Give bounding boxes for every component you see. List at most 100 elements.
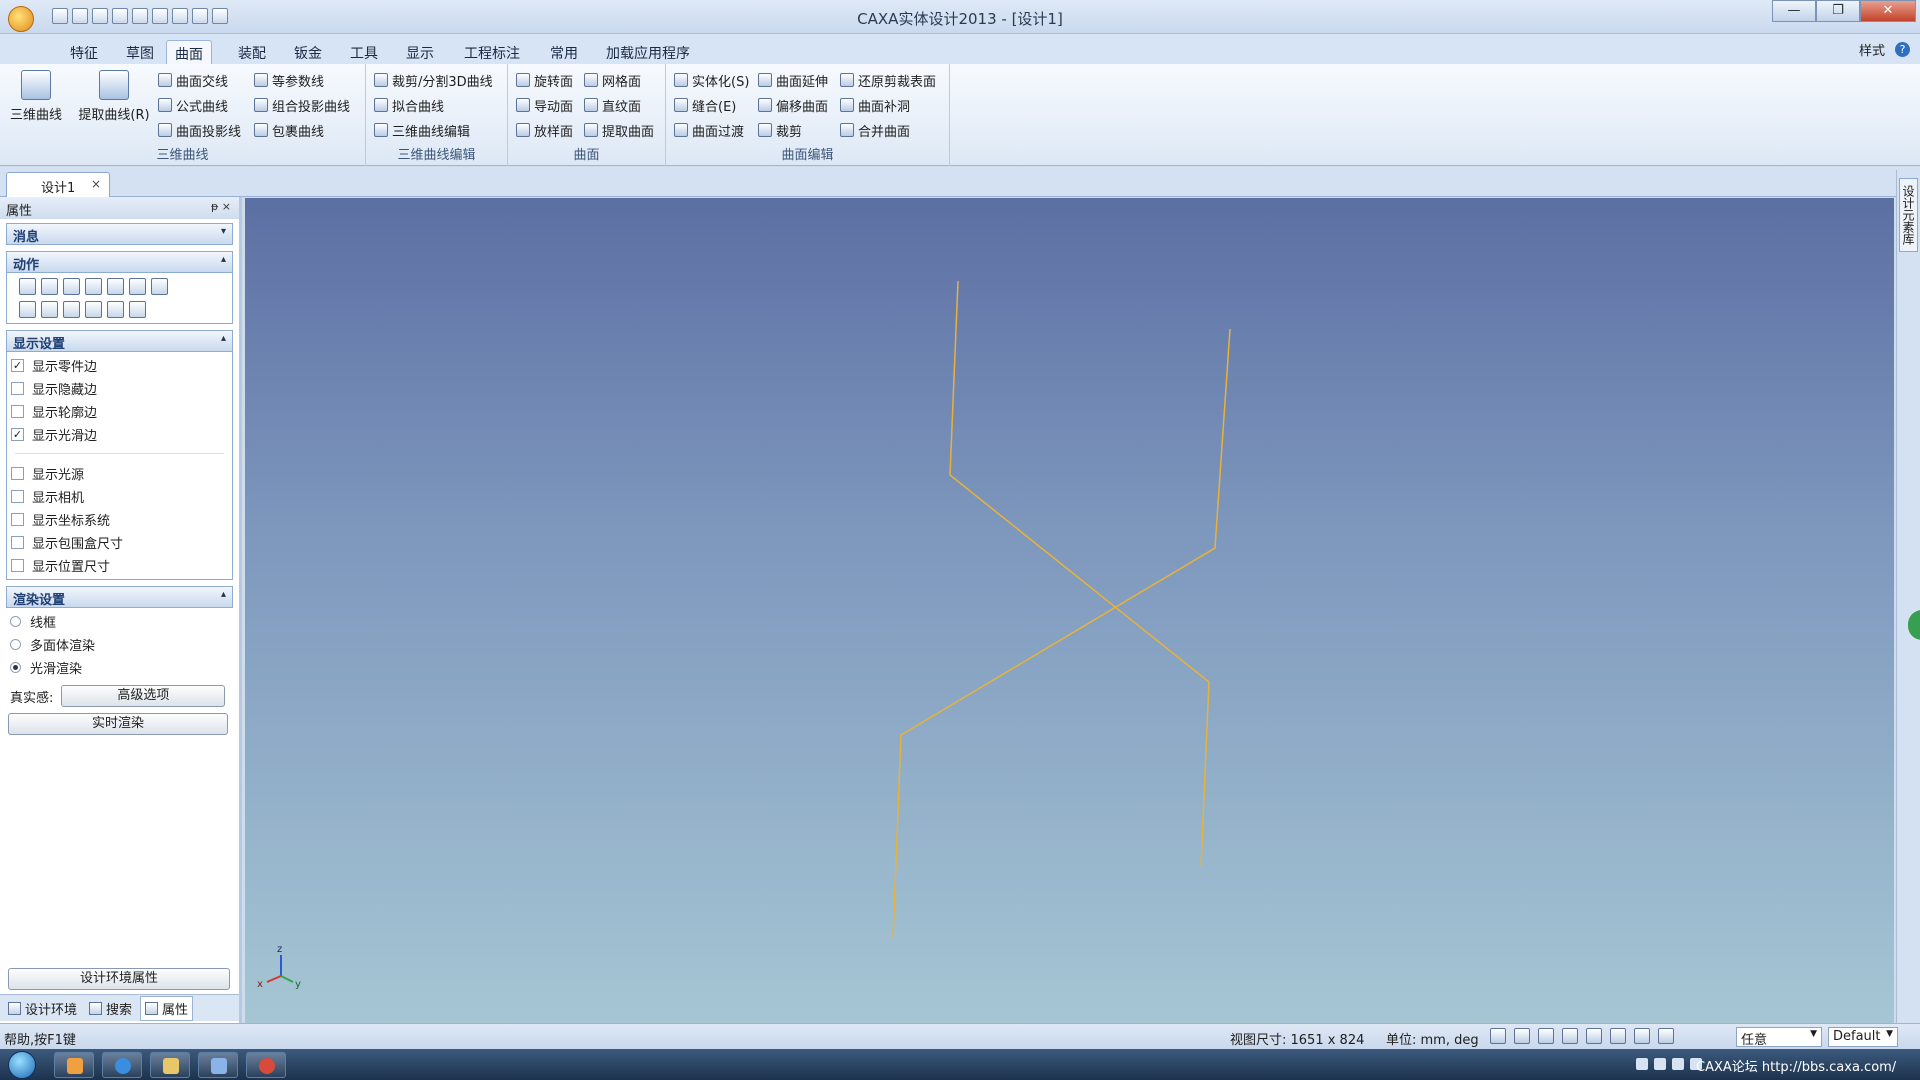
tab-feature[interactable]: 特征	[62, 40, 106, 64]
checkbox[interactable]	[11, 467, 24, 480]
fit-curve-button[interactable]: 拟合曲线	[374, 95, 444, 115]
display-option-row[interactable]: 显示轮廓边	[7, 400, 232, 423]
render-icon[interactable]	[63, 278, 80, 295]
camera-icon[interactable]	[1586, 1028, 1602, 1044]
checkbox[interactable]	[11, 513, 24, 526]
loft-surface-button[interactable]: 放样面	[516, 120, 573, 140]
render-option-row[interactable]: 光滑渲染	[6, 656, 233, 679]
display-mode-icon[interactable]	[1658, 1028, 1674, 1044]
section-message-header[interactable]: 消息 ▾	[6, 223, 233, 245]
group-icon[interactable]	[85, 301, 102, 318]
advanced-options-button[interactable]: 高级选项	[61, 685, 226, 707]
isoparametric-button[interactable]: 等参数线	[254, 70, 324, 90]
3d-curve-a[interactable]	[949, 280, 1210, 867]
taskbar-chrome[interactable]	[246, 1052, 286, 1078]
orientation-icon[interactable]	[1562, 1028, 1578, 1044]
zoom-window-icon[interactable]	[1514, 1028, 1530, 1044]
minimize-button[interactable]: —	[1772, 0, 1816, 22]
section-render-header[interactable]: 渲染设置 ▴	[6, 586, 233, 608]
merge-surface-button[interactable]: 合并曲面	[840, 120, 910, 140]
view-cube-icon[interactable]	[1538, 1028, 1554, 1044]
trim-split-curve-button[interactable]: 裁剪/分割3D曲线	[374, 70, 493, 90]
properties-table-icon[interactable]	[19, 278, 36, 295]
surface-projection-button[interactable]: 曲面投影线	[158, 120, 241, 140]
checkbox[interactable]	[11, 490, 24, 503]
tab-close-icon[interactable]: ×	[91, 177, 101, 191]
panel-pin-close-icons[interactable]: ᵽ ×	[211, 200, 231, 213]
link-icon[interactable]	[41, 301, 58, 318]
display-option-row[interactable]: 显示包围盒尺寸	[7, 531, 232, 554]
assembly-icon[interactable]	[85, 278, 102, 295]
design-env-properties-button[interactable]: 设计环境属性	[8, 968, 230, 990]
render-option-row[interactable]: 线框	[6, 610, 233, 633]
tab-display[interactable]: 显示	[398, 40, 442, 64]
part-icon[interactable]	[41, 278, 58, 295]
style-select[interactable]: Default ▼	[1828, 1027, 1898, 1047]
zoom-icon[interactable]	[1490, 1028, 1506, 1044]
start-button-icon[interactable]	[8, 1051, 36, 1079]
radio-button[interactable]	[10, 616, 21, 627]
fill-hole-button[interactable]: 曲面补洞	[840, 95, 910, 115]
section-action-header[interactable]: 动作 ▴	[6, 251, 233, 273]
display-option-row[interactable]: 显示光源	[7, 462, 232, 485]
solidify-button[interactable]: 实体化(S)	[674, 70, 749, 90]
tab-annotation[interactable]: 工程标注	[456, 40, 528, 64]
calendar-icon[interactable]	[63, 301, 80, 318]
display-option-row[interactable]: 显示位置尺寸	[7, 554, 232, 577]
tab-assembly[interactable]: 装配	[230, 40, 274, 64]
tray-icon-3[interactable]	[1672, 1058, 1684, 1070]
offset-surface-button[interactable]: 偏移曲面	[758, 95, 828, 115]
mesh-surface-button[interactable]: 网格面	[584, 70, 641, 90]
tab-design1[interactable]: 设计1 ×	[6, 172, 110, 197]
radio-button[interactable]	[10, 639, 21, 650]
design-library-tab[interactable]: 设计元素库	[1899, 178, 1918, 252]
wireframe-icon[interactable]	[1634, 1028, 1650, 1044]
tab-common[interactable]: 常用	[542, 40, 586, 64]
sweep-surface-button[interactable]: 导动面	[516, 95, 573, 115]
style-menu[interactable]: 样式	[1859, 40, 1885, 59]
checkbox[interactable]	[11, 536, 24, 549]
display-option-row[interactable]: ✓ 显示光滑边	[7, 423, 232, 446]
combined-projection-button[interactable]: 组合投影曲线	[254, 95, 350, 115]
tray-icon-2[interactable]	[1654, 1058, 1666, 1070]
taskbar-ie[interactable]	[102, 1052, 142, 1078]
close-button[interactable]: ✕	[1860, 0, 1916, 22]
3d-viewport[interactable]: z x y	[245, 198, 1894, 1023]
taskbar-media-player[interactable]	[54, 1052, 94, 1078]
tab-addins[interactable]: 加载应用程序	[598, 40, 698, 64]
checkbox[interactable]	[11, 559, 24, 572]
display-option-row[interactable]: ✓ 显示零件边	[7, 354, 232, 377]
render-option-row[interactable]: 多面体渲染	[6, 633, 233, 656]
ruled-surface-button[interactable]: 直纹面	[584, 95, 641, 115]
restore-trimmed-button[interactable]: 还原剪裁表面	[840, 70, 936, 90]
revolve-surface-button[interactable]: 旋转面	[516, 70, 573, 90]
display-option-row[interactable]: 显示相机	[7, 485, 232, 508]
display-option-row[interactable]: 显示坐标系统	[7, 508, 232, 531]
surface-intersection-button[interactable]: 曲面交线	[158, 70, 228, 90]
section-display-header[interactable]: 显示设置 ▴	[6, 330, 233, 352]
help-icon[interactable]: ?	[1895, 42, 1910, 57]
stitch-button[interactable]: 缝合(E)	[674, 95, 736, 115]
radio-button[interactable]	[10, 662, 21, 673]
tab-search[interactable]: 搜索	[85, 997, 136, 1020]
curve3d-button[interactable]: 三维曲线	[4, 70, 68, 123]
shield-icon[interactable]	[107, 278, 124, 295]
tab-sheetmetal[interactable]: 钣金	[286, 40, 330, 64]
shade-icon[interactable]	[1610, 1028, 1626, 1044]
extract-surface-button[interactable]: 提取曲面	[584, 120, 654, 140]
surface-blend-button[interactable]: 曲面过渡	[674, 120, 744, 140]
tab-tools[interactable]: 工具	[342, 40, 386, 64]
surface-extend-button[interactable]: 曲面延伸	[758, 70, 828, 90]
taskbar-caxa[interactable]	[198, 1052, 238, 1078]
tab-surface[interactable]: 曲面	[166, 40, 212, 64]
checkbox[interactable]: ✓	[11, 359, 24, 372]
checkbox[interactable]: ✓	[11, 428, 24, 441]
tray-icon-1[interactable]	[1636, 1058, 1648, 1070]
tab-sketch[interactable]: 草图	[118, 40, 162, 64]
taskbar-explorer[interactable]	[150, 1052, 190, 1078]
selection-filter-select[interactable]: 任意 ▼	[1736, 1027, 1822, 1048]
realtime-render-button[interactable]: 实时渲染	[8, 713, 228, 735]
cube-icon[interactable]	[19, 301, 36, 318]
axes-icon[interactable]	[107, 301, 124, 318]
checkbox[interactable]	[11, 405, 24, 418]
